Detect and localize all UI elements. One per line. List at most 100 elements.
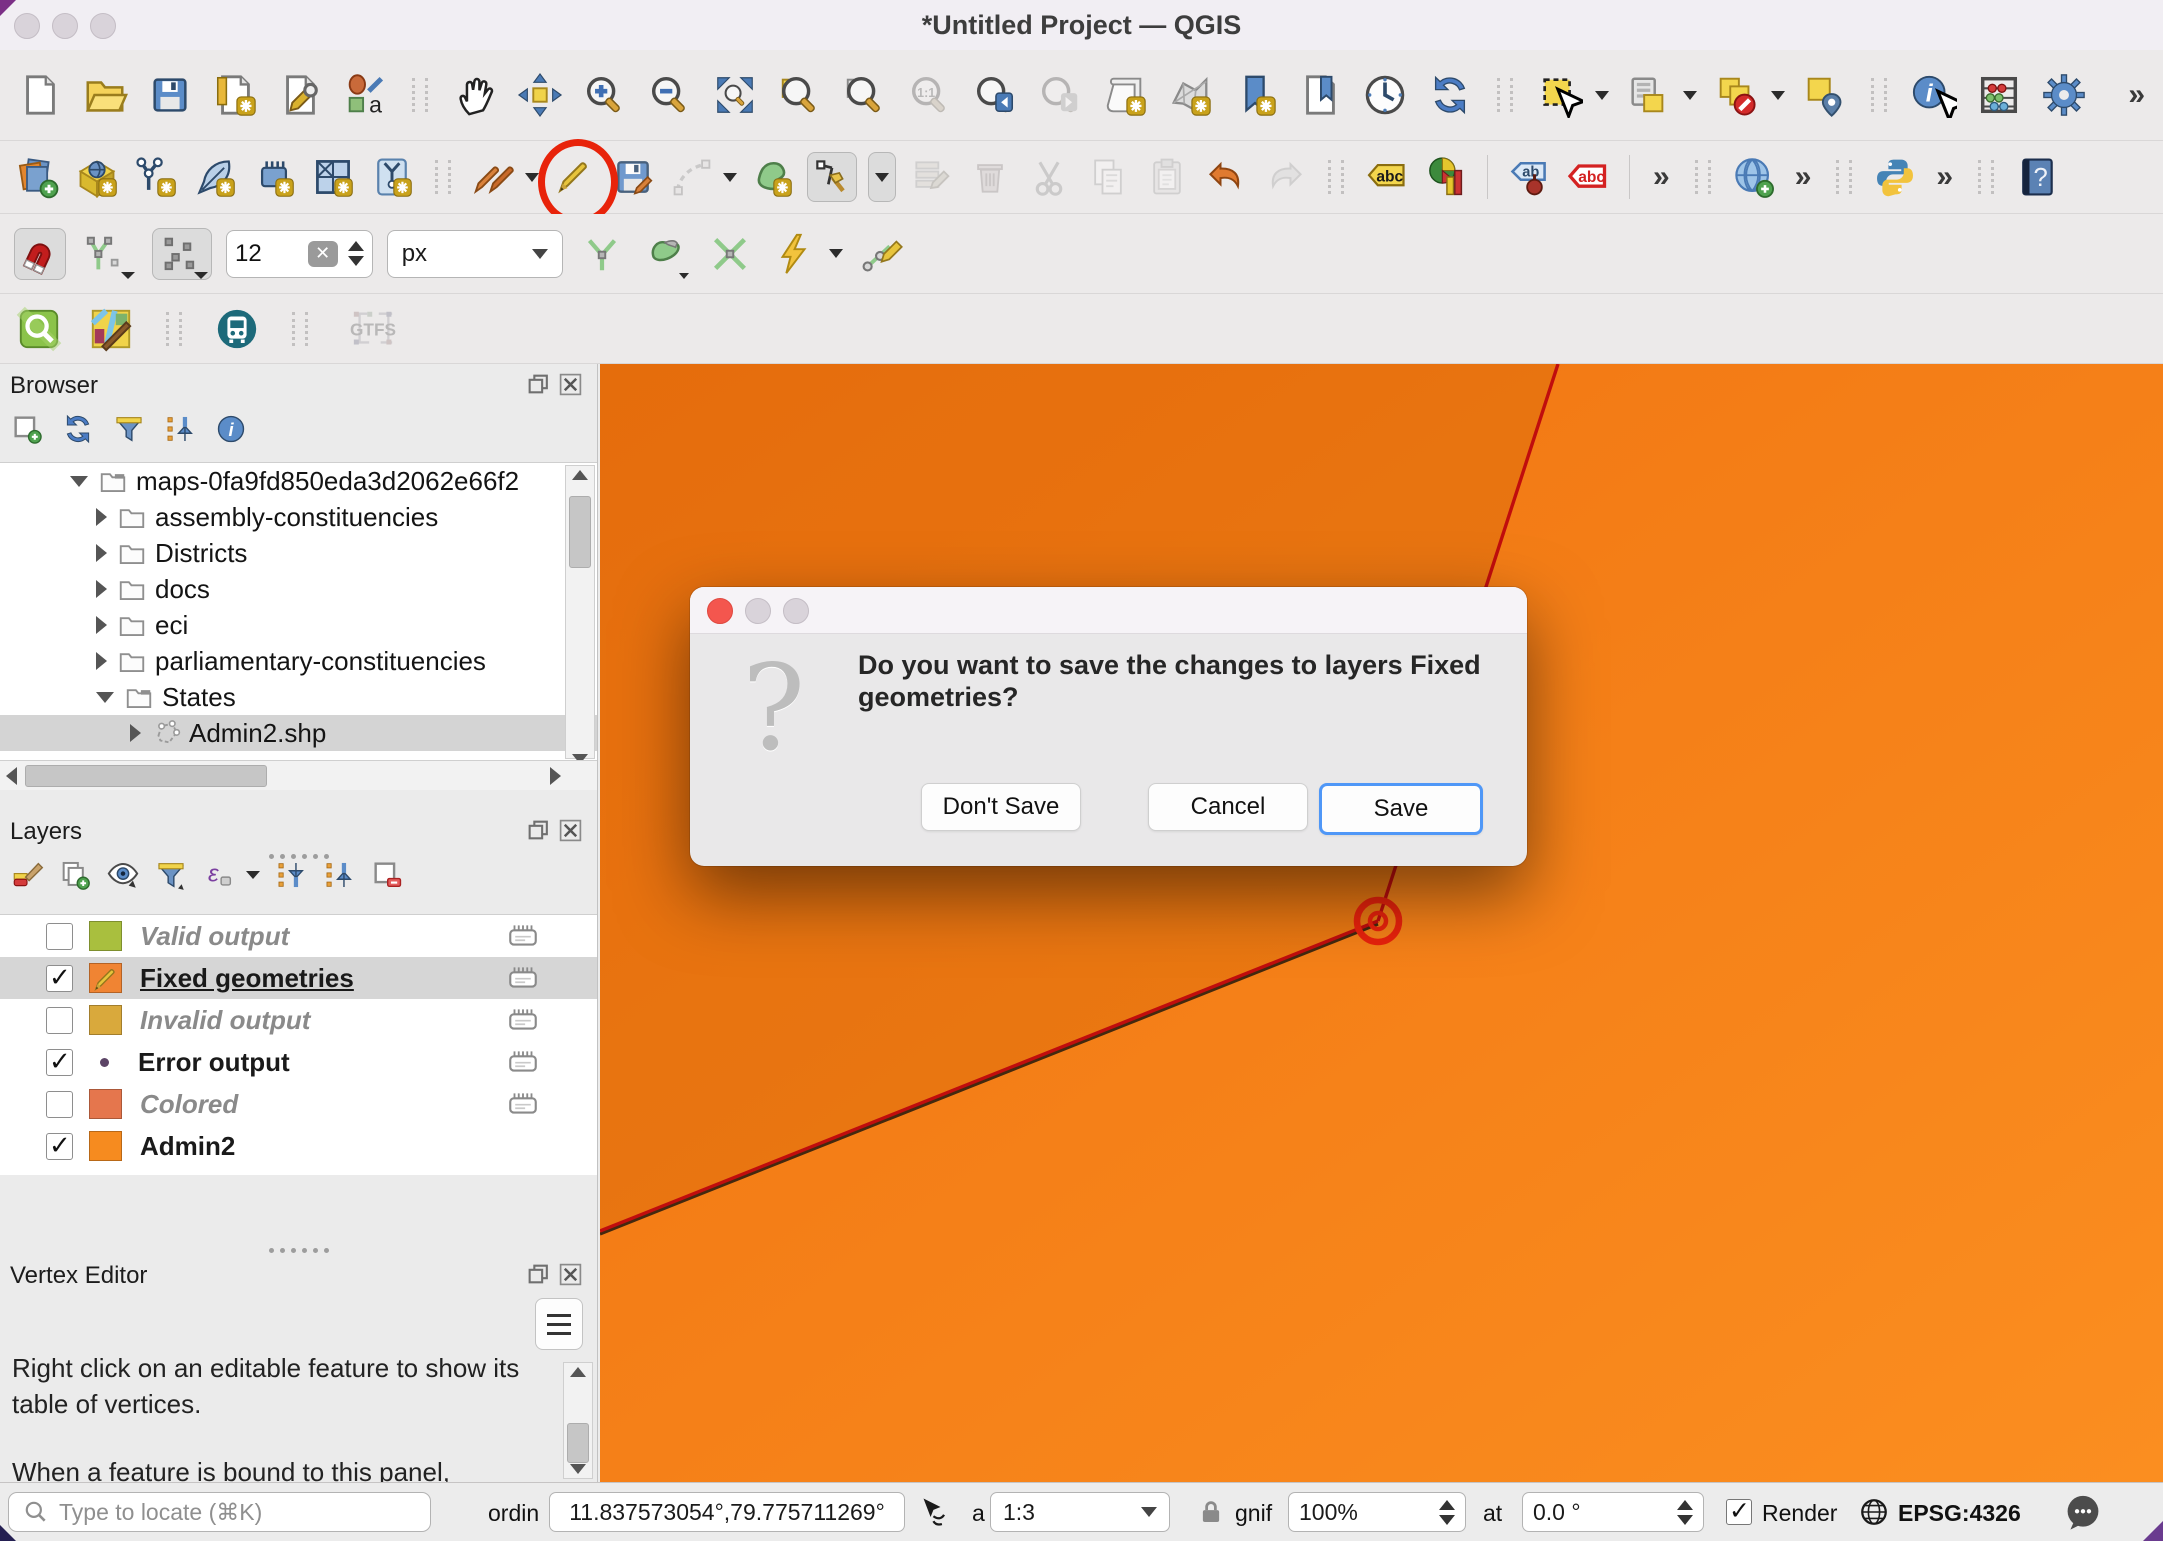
layer-row[interactable]: Admin2 xyxy=(0,1125,597,1167)
tree-item-admin2-selected[interactable]: Admin2.shp xyxy=(0,715,597,751)
avoid-overlap-dropdown[interactable] xyxy=(829,249,843,258)
manage-map-themes-icon[interactable] xyxy=(106,858,140,892)
browser-vertical-scrollbar[interactable] xyxy=(565,465,595,759)
layer-row[interactable]: Colored xyxy=(0,1083,597,1125)
filter-browser-icon[interactable] xyxy=(112,412,146,446)
metasearch-button[interactable] xyxy=(1730,153,1778,201)
scroll-left-arrow[interactable] xyxy=(6,767,17,785)
processing-toolbox-button[interactable] xyxy=(2038,69,2090,121)
deselect-dropdown[interactable] xyxy=(1771,91,1785,100)
toolbar-handle[interactable] xyxy=(1497,78,1513,112)
expand-arrow-icon[interactable] xyxy=(96,616,107,634)
expand-arrow-icon[interactable] xyxy=(96,652,107,670)
current-edits-dropdown[interactable] xyxy=(525,173,539,182)
scrollbar-thumb[interactable] xyxy=(25,765,267,787)
enable-snapping-button[interactable] xyxy=(14,228,66,280)
close-panel-icon[interactable] xyxy=(558,372,583,397)
memory-layer-indicator-icon[interactable] xyxy=(501,1045,545,1079)
layer-row[interactable]: Valid output xyxy=(0,915,597,957)
save-button[interactable]: Save xyxy=(1319,783,1483,835)
identify-features-button[interactable]: i xyxy=(1908,69,1960,121)
open-project-button[interactable] xyxy=(79,69,131,121)
new-project-button[interactable] xyxy=(14,69,66,121)
undo-button[interactable] xyxy=(1202,153,1250,201)
tree-item[interactable]: assembly-constituencies xyxy=(0,499,597,535)
locator-search-input[interactable]: Type to locate (⌘K) xyxy=(8,1492,431,1532)
toolbar-handle[interactable] xyxy=(1695,160,1711,194)
paste-features-button[interactable] xyxy=(1143,153,1191,201)
magnifier-spinbox[interactable]: 100% xyxy=(1288,1492,1466,1532)
remove-layer-icon[interactable] xyxy=(370,858,404,892)
deselect-features-button[interactable] xyxy=(1710,69,1762,121)
gtfs-loader-button[interactable]: GTFS xyxy=(338,304,408,354)
pin-labels-button[interactable]: ab xyxy=(1505,153,1553,201)
expand-all-icon[interactable] xyxy=(274,858,308,892)
snapping-units-combobox[interactable]: px xyxy=(387,230,563,278)
save-project-button[interactable] xyxy=(144,69,196,121)
crs-globe-icon[interactable] xyxy=(1858,1496,1890,1528)
scroll-up-arrow[interactable] xyxy=(570,1367,586,1377)
save-layer-edits-button[interactable] xyxy=(609,153,657,201)
map-canvas[interactable] xyxy=(600,364,2163,1483)
label-toolbar-overflow[interactable]: » xyxy=(1647,160,1676,194)
snapping-tolerance-spinbox[interactable]: 12 ✕ xyxy=(226,230,373,278)
collapse-all-icon[interactable] xyxy=(163,412,197,446)
zoom-full-extent-button[interactable] xyxy=(709,69,761,121)
float-panel-icon[interactable] xyxy=(526,818,551,843)
new-geopackage-layer-button[interactable] xyxy=(73,153,121,201)
topological-editing-button[interactable] xyxy=(577,229,627,279)
pan-map-button[interactable] xyxy=(449,69,501,121)
temporal-controller-button[interactable] xyxy=(1359,69,1411,121)
new-virtual-layer-button[interactable] xyxy=(309,153,357,201)
tree-item[interactable]: docs xyxy=(0,571,597,607)
browser-horizontal-scrollbar[interactable] xyxy=(0,760,597,790)
close-panel-icon[interactable] xyxy=(558,1262,583,1287)
new-map-view-button[interactable] xyxy=(1099,69,1151,121)
float-panel-icon[interactable] xyxy=(526,372,551,397)
add-group-icon[interactable] xyxy=(58,858,92,892)
scroll-down-arrow[interactable] xyxy=(570,1464,586,1474)
select-by-location-button[interactable] xyxy=(1798,69,1850,121)
copy-features-button[interactable] xyxy=(1084,153,1132,201)
cancel-button[interactable]: Cancel xyxy=(1148,783,1308,831)
layer-visibility-checkbox[interactable] xyxy=(46,965,73,992)
highlight-pinned-labels-button[interactable]: abc xyxy=(1564,153,1612,201)
tree-item[interactable]: eci xyxy=(0,607,597,643)
memory-layer-indicator-icon[interactable] xyxy=(501,919,545,953)
delete-selected-button[interactable] xyxy=(966,153,1014,201)
style-manager-button[interactable]: a xyxy=(339,69,391,121)
show-layout-manager-button[interactable] xyxy=(274,69,326,121)
layer-diagram-button[interactable] xyxy=(1422,153,1470,201)
expand-arrow-icon[interactable] xyxy=(96,508,107,526)
snapping-type-button[interactable] xyxy=(152,228,212,280)
select-features-dropdown[interactable] xyxy=(1595,91,1609,100)
zoom-out-button[interactable] xyxy=(644,69,696,121)
new-3d-map-view-button[interactable] xyxy=(1164,69,1216,121)
magnifier-steppers[interactable] xyxy=(1439,1500,1455,1525)
memory-layer-indicator-icon[interactable] xyxy=(501,1087,545,1121)
avoid-overlap-button[interactable] xyxy=(769,229,819,279)
layer-visibility-checkbox[interactable] xyxy=(46,1091,73,1118)
toolbar-handle[interactable] xyxy=(1328,160,1344,194)
coordinate-input[interactable]: 11.837573054°,79.775711269° xyxy=(549,1492,905,1532)
show-bookmarks-button[interactable] xyxy=(1294,69,1346,121)
tree-item[interactable]: Districts xyxy=(0,535,597,571)
new-mesh-layer-button[interactable] xyxy=(368,153,416,201)
scroll-right-arrow[interactable] xyxy=(550,767,561,785)
open-layer-styling-icon[interactable] xyxy=(10,858,44,892)
new-shapefile-layer-button[interactable] xyxy=(132,153,180,201)
toolbar-handle[interactable] xyxy=(1978,160,1994,194)
scrollbar-thumb[interactable] xyxy=(569,496,591,568)
collapse-all-icon[interactable] xyxy=(322,858,356,892)
render-checkbox[interactable] xyxy=(1726,1499,1752,1525)
quickosm-button[interactable] xyxy=(86,304,136,354)
new-print-layout-button[interactable] xyxy=(209,69,261,121)
scale-combobox[interactable]: 1:3 xyxy=(990,1492,1170,1532)
modify-attributes-button[interactable] xyxy=(907,153,955,201)
expression-dropdown[interactable] xyxy=(246,871,260,879)
select-by-value-button[interactable] xyxy=(1622,69,1674,121)
tree-item[interactable]: parliamentary-constituencies xyxy=(0,643,597,679)
messages-button[interactable] xyxy=(2062,1492,2104,1534)
toolbar-overflow-button[interactable]: » xyxy=(2122,78,2151,112)
digitize-curve-dropdown[interactable] xyxy=(723,173,737,182)
